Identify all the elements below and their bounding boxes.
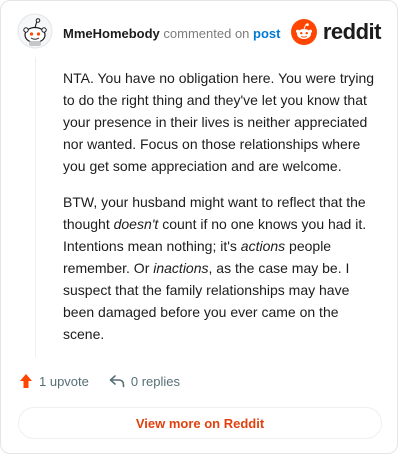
thread-line	[35, 57, 36, 357]
avatar[interactable]	[17, 13, 53, 49]
view-more-button[interactable]: View more on Reddit	[18, 407, 382, 439]
upvote-arrow-icon	[20, 374, 32, 388]
comment-emphasis: doesn't	[113, 216, 159, 232]
commented-on-text: commented on	[163, 26, 250, 41]
replies-count: 0 replies	[130, 373, 181, 389]
post-link[interactable]: post	[253, 26, 280, 41]
comment-actions: 1 upvote 0 replies	[19, 373, 200, 389]
upvote-button[interactable]: 1 upvote	[19, 373, 89, 389]
comment-header: MmeHomebody commented on post	[63, 26, 281, 42]
reddit-wordmark: reddit	[322, 19, 382, 44]
reply-icon	[109, 375, 125, 388]
comment-emphasis: actions	[240, 238, 286, 254]
username[interactable]: MmeHomebody	[63, 26, 160, 41]
reddit-logo[interactable]: reddit	[290, 19, 382, 45]
upvote-count: 1 upvote	[39, 373, 89, 389]
comment-body: NTA. You have no obligation here. You we…	[63, 67, 381, 359]
view-more-label: View more on Reddit	[135, 415, 265, 431]
reddit-snoo-icon	[290, 19, 317, 45]
snoo-avatar-icon	[17, 13, 53, 49]
comment-emphasis: inactions	[153, 260, 209, 276]
comment-card: MmeHomebody commented on post reddit NTA…	[0, 0, 398, 454]
replies-button[interactable]: 0 replies	[109, 374, 180, 389]
comment-paragraph-1: NTA. You have no obligation here. You we…	[63, 70, 375, 174]
comment-paragraph-2: BTW, your husband might want to reflect …	[63, 191, 381, 345]
